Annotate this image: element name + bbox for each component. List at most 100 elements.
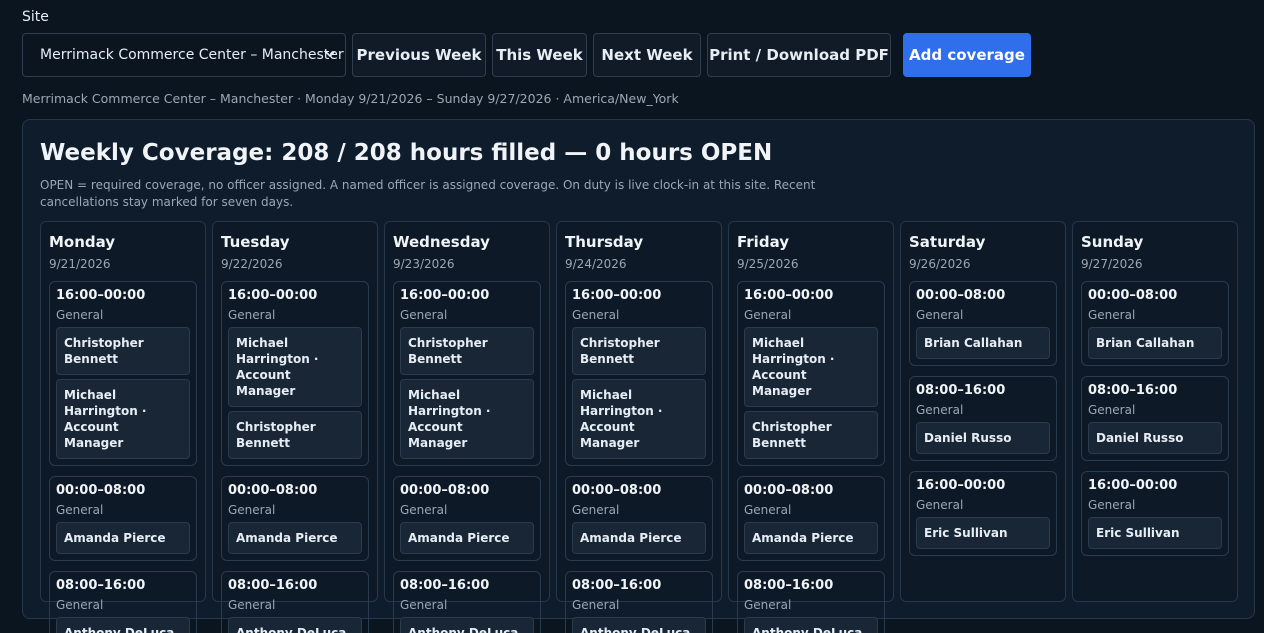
officer-chip[interactable]: Michael Harrington · Account Manager (56, 379, 190, 459)
shift-time: 16:00–00:00 (56, 288, 146, 303)
shift-block[interactable]: 16:00–00:00 General Michael Harrington · A… (737, 281, 885, 466)
officer-chip[interactable]: Amanda Pierce (744, 522, 878, 554)
shift-type: General (916, 498, 964, 512)
officer-chip[interactable]: Amanda Pierce (400, 522, 534, 554)
previous-week-button[interactable]: Previous Week (352, 33, 486, 77)
shift-block[interactable]: 16:00–00:00 General Michael Harrington · A… (221, 281, 369, 466)
day-date: 9/24/2026 (565, 257, 627, 271)
shift-list: 16:00–00:00 General Christopher Bennett Mic… (49, 281, 197, 633)
shift-block[interactable]: 16:00–00:00 General Christopher Bennett Mic… (49, 281, 197, 466)
shift-block[interactable]: 16:00–00:00 General Christopher Bennett Mic… (565, 281, 713, 466)
shift-time: 08:00–16:00 (400, 578, 490, 593)
shift-list: 16:00–00:00 General Michael Harrington · A… (737, 281, 885, 633)
day-column-saturday: Saturday 9/26/2026 00:00–08:00 General Brian… (900, 221, 1066, 602)
shift-block[interactable]: 08:00–16:00 General Anthony DeLuca (221, 571, 369, 633)
officer-chip[interactable]: Eric Sullivan (1088, 517, 1222, 549)
shift-type: General (744, 308, 792, 322)
officer-chip[interactable]: Anthony DeLuca (228, 617, 362, 633)
day-date: 9/25/2026 (737, 257, 799, 271)
day-name: Saturday (909, 233, 986, 251)
shift-block[interactable]: 16:00–00:00 General Eric Sullivan (909, 471, 1057, 556)
shift-type: General (916, 403, 964, 417)
schedule-subtitle: Merrimack Commerce Center – Manchester ·… (22, 91, 679, 106)
day-name: Sunday (1081, 233, 1144, 251)
shift-time: 00:00–08:00 (744, 483, 834, 498)
officer-chip[interactable]: Anthony DeLuca (744, 617, 878, 633)
officer-chip[interactable]: Brian Callahan (1088, 327, 1222, 359)
shift-time: 00:00–08:00 (916, 288, 1006, 303)
shift-type: General (572, 308, 620, 322)
day-date: 9/27/2026 (1081, 257, 1143, 271)
officer-chip[interactable]: Michael Harrington · Account Manager (744, 327, 878, 407)
officer-chip[interactable]: Amanda Pierce (572, 522, 706, 554)
shift-block[interactable]: 08:00–16:00 General Daniel Russo (909, 376, 1057, 461)
day-date: 9/21/2026 (49, 257, 111, 271)
shift-list: 16:00–00:00 General Michael Harrington · A… (221, 281, 369, 633)
this-week-button[interactable]: This Week (492, 33, 587, 77)
shift-block[interactable]: 00:00–08:00 General Amanda Pierce (393, 476, 541, 561)
officer-chip[interactable]: Michael Harrington · Account Manager (400, 379, 534, 459)
officer-chip[interactable]: Daniel Russo (916, 422, 1050, 454)
shift-time: 16:00–00:00 (916, 478, 1006, 493)
officer-chip[interactable]: Christopher Bennett (56, 327, 190, 375)
week-grid: Monday 9/21/2026 16:00–00:00 General Christo… (40, 221, 1244, 633)
shift-block[interactable]: 00:00–08:00 General Amanda Pierce (737, 476, 885, 561)
shift-block[interactable]: 00:00–08:00 General Amanda Pierce (221, 476, 369, 561)
officer-chip[interactable]: Brian Callahan (916, 327, 1050, 359)
shift-time: 00:00–08:00 (572, 483, 662, 498)
officer-chip[interactable]: Amanda Pierce (56, 522, 190, 554)
shift-block[interactable]: 08:00–16:00 General Anthony DeLuca (393, 571, 541, 633)
officer-chip[interactable]: Anthony DeLuca (56, 617, 190, 633)
shift-block[interactable]: 16:00–00:00 General Eric Sullivan (1081, 471, 1229, 556)
day-name: Tuesday (221, 233, 290, 251)
shift-time: 08:00–16:00 (572, 578, 662, 593)
day-name: Monday (49, 233, 116, 251)
shift-block[interactable]: 08:00–16:00 General Daniel Russo (1081, 376, 1229, 461)
shift-time: 00:00–08:00 (400, 483, 490, 498)
shift-block[interactable]: 08:00–16:00 General Anthony DeLuca (737, 571, 885, 633)
shift-block[interactable]: 08:00–16:00 General Anthony DeLuca (49, 571, 197, 633)
shift-list: 00:00–08:00 General Brian Callahan 08:00–16… (1081, 281, 1229, 556)
officer-chip[interactable]: Amanda Pierce (228, 522, 362, 554)
shift-time: 08:00–16:00 (744, 578, 834, 593)
officer-chip[interactable]: Christopher Bennett (744, 411, 878, 459)
day-column-wednesday: Wednesday 9/23/2026 16:00–00:00 General Chri… (384, 221, 550, 633)
shift-type: General (1088, 403, 1136, 417)
officer-chip[interactable]: Christopher Bennett (228, 411, 362, 459)
shift-block[interactable]: 00:00–08:00 General Amanda Pierce (49, 476, 197, 561)
day-name: Wednesday (393, 233, 490, 251)
officer-chip[interactable]: Michael Harrington · Account Manager (572, 379, 706, 459)
site-select[interactable]: Merrimack Commerce Center – Manchester (22, 33, 346, 77)
shift-time: 16:00–00:00 (1088, 478, 1178, 493)
day-date: 9/26/2026 (909, 257, 971, 271)
toolbar: Merrimack Commerce Center – Manchester P… (22, 33, 1031, 77)
shift-type: General (1088, 498, 1136, 512)
day-column-tuesday: Tuesday 9/22/2026 16:00–00:00 General Michae… (212, 221, 378, 633)
shift-block[interactable]: 08:00–16:00 General Anthony DeLuca (565, 571, 713, 633)
add-coverage-button[interactable]: Add coverage (903, 33, 1031, 77)
shift-block[interactable]: 00:00–08:00 General Brian Callahan (909, 281, 1057, 366)
shift-type: General (400, 503, 448, 517)
officer-chip[interactable]: Michael Harrington · Account Manager (228, 327, 362, 407)
shift-time: 16:00–00:00 (572, 288, 662, 303)
shift-block[interactable]: 00:00–08:00 General Amanda Pierce (565, 476, 713, 561)
officer-chip[interactable]: Daniel Russo (1088, 422, 1222, 454)
shift-type: General (744, 503, 792, 517)
shift-type: General (400, 308, 448, 322)
shift-time: 00:00–08:00 (1088, 288, 1178, 303)
day-date: 9/22/2026 (221, 257, 283, 271)
shift-time: 08:00–16:00 (1088, 383, 1178, 398)
shift-block[interactable]: 00:00–08:00 General Brian Callahan (1081, 281, 1229, 366)
officer-chip[interactable]: Anthony DeLuca (400, 617, 534, 633)
officer-chip[interactable]: Eric Sullivan (916, 517, 1050, 549)
coverage-legend-note: OPEN = required coverage, no officer ass… (40, 178, 816, 209)
officer-chip[interactable]: Anthony DeLuca (572, 617, 706, 633)
print-pdf-button[interactable]: Print / Download PDF (707, 33, 891, 77)
officer-chip[interactable]: Christopher Bennett (572, 327, 706, 375)
shift-block[interactable]: 16:00–00:00 General Christopher Bennett Mic… (393, 281, 541, 466)
shift-time: 08:00–16:00 (56, 578, 146, 593)
shift-type: General (228, 503, 276, 517)
shift-type: General (56, 308, 104, 322)
officer-chip[interactable]: Christopher Bennett (400, 327, 534, 375)
next-week-button[interactable]: Next Week (593, 33, 701, 77)
